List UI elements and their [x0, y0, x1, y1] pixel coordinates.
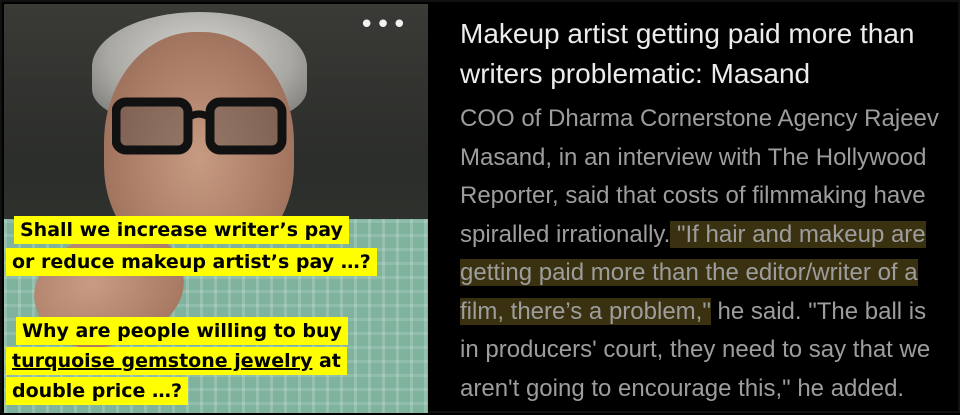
caption-q1-line1: Shall we increase writer’s pay — [14, 216, 349, 244]
news-article[interactable]: Makeup artist getting paid more than wri… — [440, 2, 960, 415]
glasses-icon — [112, 97, 287, 155]
article-headline: Makeup artist getting paid more than wri… — [460, 18, 915, 89]
caption-q1-line2: or reduce makeup artist’s pay …? — [6, 248, 377, 276]
caption-q2-line1: Why are people willing to buy — [16, 317, 348, 345]
more-glyph: ••• — [358, 10, 408, 40]
caption-q2-underlined: turquoise gemstone jewelry — [12, 350, 313, 372]
more-horizontal-icon[interactable]: ••• — [359, 12, 408, 38]
video-frame[interactable]: ••• Shall we increase writer’s pay or re… — [4, 4, 428, 413]
caption-q2-line2-tail: at — [312, 350, 341, 372]
caption-q2-line3: double price …? — [6, 377, 189, 405]
screenshot-frame: ••• Shall we increase writer’s pay or re… — [0, 0, 960, 413]
article-body: COO of Dharma Cornerstone Agency Rajeev … — [460, 100, 950, 408]
caption-q2-line2: turquoise gemstone jewelry at — [6, 347, 347, 375]
